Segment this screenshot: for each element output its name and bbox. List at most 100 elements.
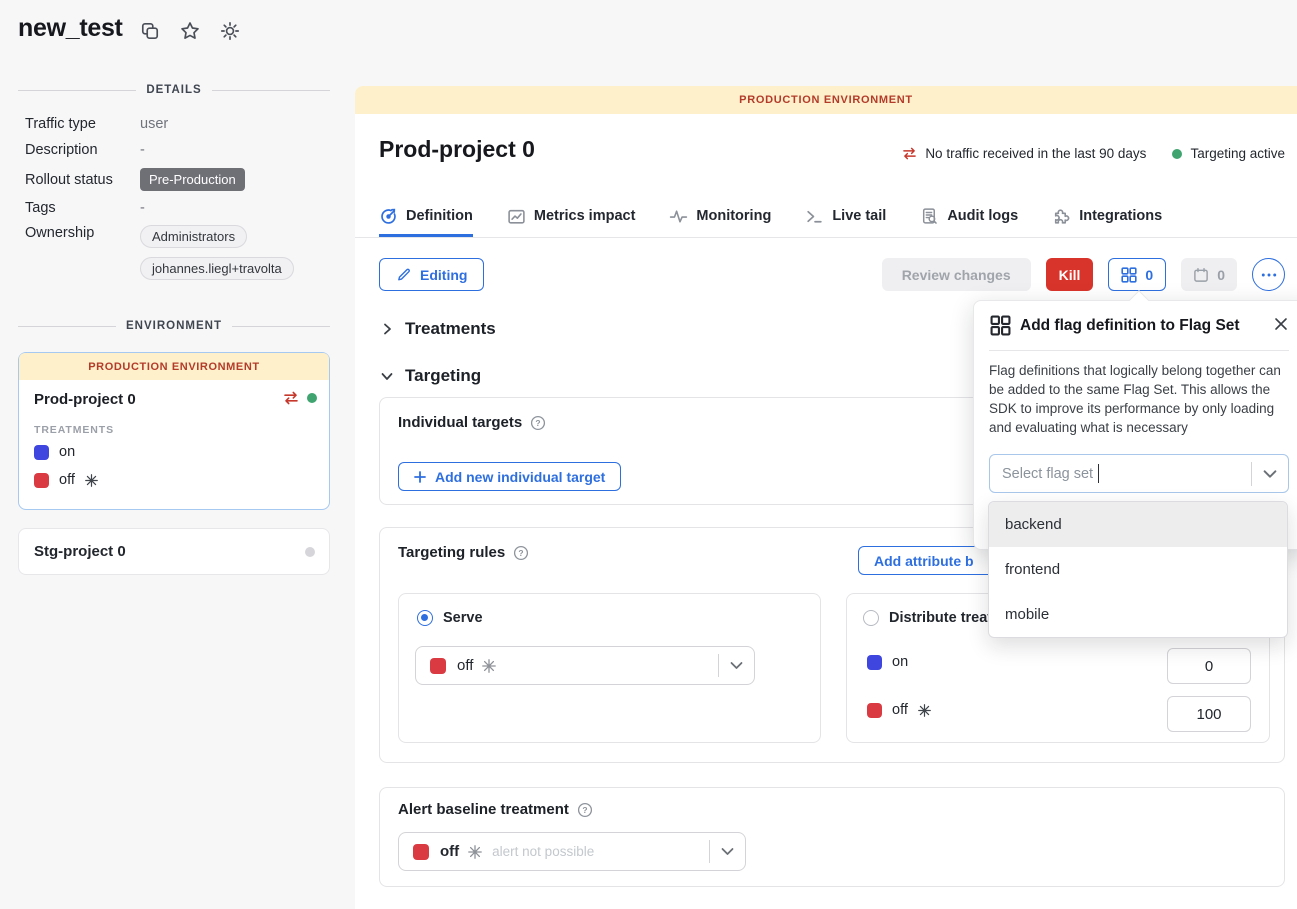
- chevron-down-icon: [380, 369, 394, 383]
- treatments-heading: TREATMENTS: [34, 424, 114, 436]
- status-row: No traffic received in the last 90 days …: [902, 146, 1285, 161]
- help-icon[interactable]: ?: [577, 802, 593, 818]
- alert-baseline-select[interactable]: off alert not possible: [398, 832, 746, 871]
- treatment-off-swatch: [34, 473, 49, 488]
- serve-label: Serve: [443, 610, 483, 626]
- option-frontend[interactable]: frontend: [989, 547, 1287, 592]
- add-individual-target-button[interactable]: Add new individual target: [398, 462, 621, 491]
- rollout-row: Rollout status Pre-Production: [25, 168, 325, 191]
- star-icon[interactable]: [179, 20, 201, 42]
- environment-card-production[interactable]: PRODUCTION ENVIRONMENT Prod-project 0 TR…: [18, 352, 330, 510]
- schedule-count: 0: [1217, 267, 1225, 283]
- targeting-status-text: Targeting active: [1190, 146, 1285, 161]
- serve-radio[interactable]: [417, 610, 433, 626]
- targeting-rules-title: Targeting rules: [398, 544, 505, 561]
- environment-card-staging[interactable]: Stg-project 0: [18, 528, 330, 575]
- gear-icon[interactable]: [219, 20, 241, 42]
- alert-baseline-value: off: [440, 843, 459, 860]
- treatment-off-swatch: [430, 658, 446, 674]
- chevron-down-icon: [710, 847, 745, 856]
- flag-sets-button[interactable]: 0: [1108, 258, 1166, 291]
- tab-definition[interactable]: Definition: [379, 198, 473, 237]
- percent-input-off[interactable]: 100: [1167, 696, 1251, 732]
- tab-live-tail[interactable]: Live tail: [805, 198, 886, 237]
- treatments-section-toggle[interactable]: Treatments: [380, 319, 496, 339]
- app-root: new_test DETAILS Traffic type user: [0, 0, 1297, 909]
- treatments-section-label: Treatments: [405, 319, 496, 339]
- title-actions: [139, 20, 241, 42]
- schedule-button[interactable]: 0: [1181, 258, 1237, 291]
- distribute-row-on: on: [867, 654, 908, 670]
- description-row: Description -: [25, 142, 325, 158]
- tags-label: Tags: [25, 200, 140, 216]
- traffic-type-row: Traffic type user: [25, 116, 325, 132]
- treatment-on-swatch: [867, 655, 882, 670]
- option-backend[interactable]: backend: [989, 502, 1287, 547]
- flag-set-select-input[interactable]: Select flag set: [989, 454, 1289, 493]
- targeting-section-toggle[interactable]: Targeting: [380, 366, 481, 386]
- serve-treatment-select[interactable]: off: [415, 646, 755, 685]
- grid-icon: [990, 315, 1011, 336]
- targeting-active-dot: [307, 393, 317, 403]
- tab-metrics-impact[interactable]: Metrics impact: [507, 198, 636, 237]
- owner-pill[interactable]: johannes.liegl+travolta: [140, 257, 294, 280]
- add-attribute-rule-label: Add attribute b: [874, 553, 974, 569]
- production-environment-banner: PRODUCTION ENVIRONMENT: [19, 353, 329, 380]
- select-placeholder: Select flag set: [1002, 466, 1093, 482]
- default-treatment-icon: [468, 845, 482, 859]
- treatment-on-swatch: [34, 445, 49, 460]
- treatment-row-off: off: [34, 472, 98, 488]
- popover-title: Add flag definition to Flag Set: [1020, 317, 1240, 335]
- default-treatment-icon: [918, 704, 931, 717]
- kill-button[interactable]: Kill: [1046, 258, 1094, 291]
- chevron-down-icon: [1252, 469, 1288, 479]
- flag-set-option-list: backend frontend mobile: [988, 501, 1288, 638]
- traffic-swap-icon: [283, 391, 299, 405]
- no-traffic-icon: [902, 147, 917, 160]
- tab-label: Integrations: [1079, 208, 1162, 224]
- tags-row: Tags -: [25, 200, 325, 216]
- tags-value: -: [140, 200, 145, 216]
- tab-label: Monitoring: [696, 208, 771, 224]
- alert-baseline-card: Alert baseline treatment ? off alert not…: [379, 787, 1285, 887]
- review-changes-button[interactable]: Review changes: [882, 258, 1031, 291]
- alert-not-possible-note: alert not possible: [492, 844, 594, 859]
- alert-baseline-title: Alert baseline treatment: [398, 801, 569, 818]
- page-title: new_test: [18, 14, 123, 43]
- metrics-impact-icon: [507, 207, 526, 226]
- percent-input-on[interactable]: 0: [1167, 648, 1251, 684]
- popover-divider: [989, 350, 1289, 351]
- more-actions-button[interactable]: [1252, 258, 1285, 291]
- flag-set-count: 0: [1145, 267, 1153, 283]
- calendar-icon: [1193, 267, 1209, 283]
- audit-logs-icon: [920, 207, 939, 226]
- svg-text:?: ?: [519, 548, 524, 558]
- treatment-name: off: [59, 472, 75, 488]
- owner-pill[interactable]: Administrators: [140, 225, 247, 248]
- grid-icon: [1121, 267, 1137, 283]
- definition-icon: [379, 207, 398, 226]
- close-icon[interactable]: [1271, 314, 1291, 334]
- targeting-section-label: Targeting: [405, 366, 481, 386]
- help-icon[interactable]: ?: [530, 415, 546, 431]
- serve-radio-row[interactable]: Serve: [417, 610, 483, 626]
- ownership-row: Ownership Administrators: [25, 225, 325, 248]
- production-environment-banner: PRODUCTION ENVIRONMENT: [355, 86, 1297, 114]
- targeting-active-dot: [1172, 149, 1182, 159]
- staging-status-dot: [305, 547, 315, 557]
- chevron-down-icon: [719, 661, 754, 670]
- distribute-row-off: off: [867, 702, 931, 718]
- tab-integrations[interactable]: Integrations: [1052, 198, 1162, 237]
- chevron-right-icon: [380, 322, 394, 336]
- help-icon[interactable]: ?: [513, 545, 529, 561]
- environment-heading: ENVIRONMENT: [18, 320, 330, 332]
- tab-label: Metrics impact: [534, 208, 636, 224]
- default-treatment-icon: [482, 659, 496, 673]
- option-mobile[interactable]: mobile: [989, 592, 1287, 637]
- copy-icon[interactable]: [139, 20, 161, 42]
- distribute-radio[interactable]: [863, 610, 879, 626]
- tab-monitoring[interactable]: Monitoring: [669, 198, 771, 237]
- tab-audit-logs[interactable]: Audit logs: [920, 198, 1018, 237]
- editing-button[interactable]: Editing: [379, 258, 484, 291]
- traffic-type-value: user: [140, 116, 168, 132]
